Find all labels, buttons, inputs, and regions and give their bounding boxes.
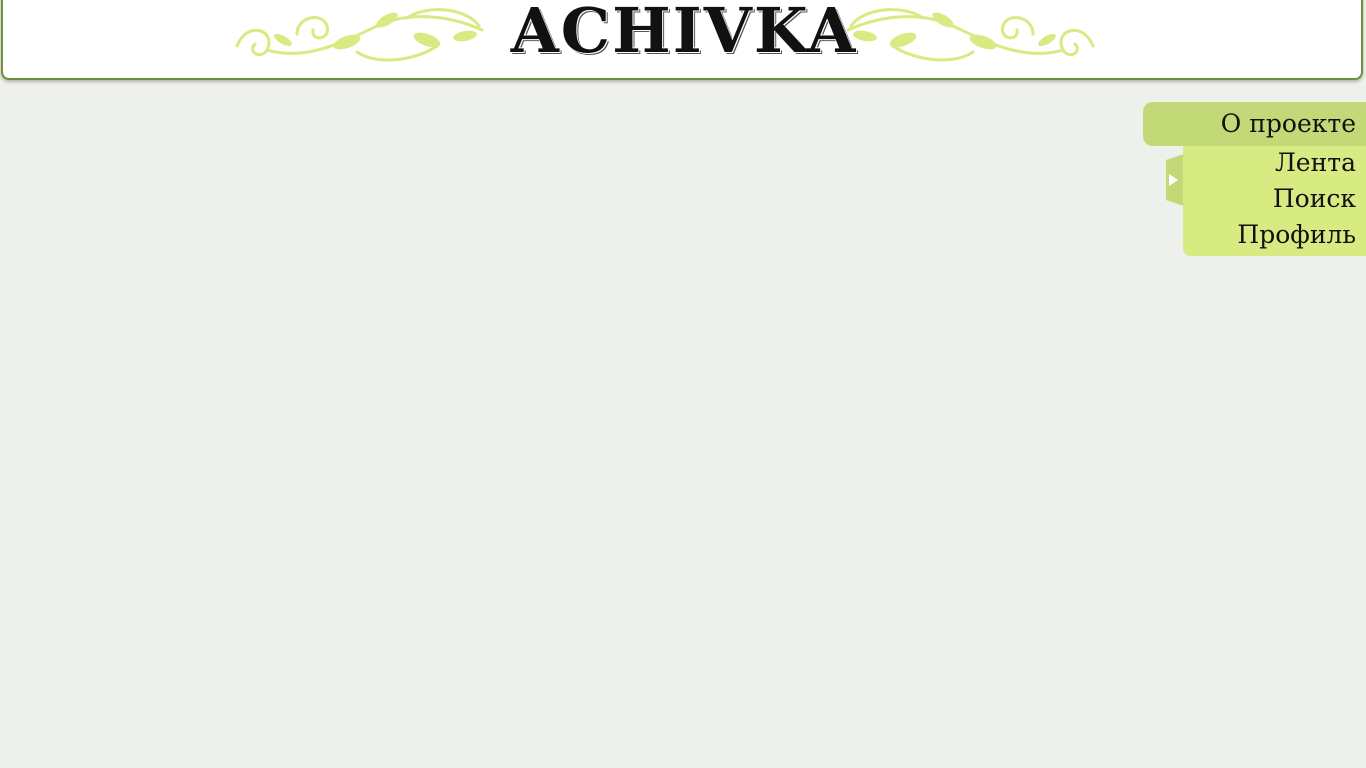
right-flourish-icon: [846, 8, 1095, 62]
main-nav: О проекте Лента Поиск Профиль: [1142, 102, 1366, 262]
nav-list: Лента Поиск Профиль: [1183, 146, 1366, 256]
nav-item-search[interactable]: Поиск: [1183, 182, 1366, 218]
nav-item-about[interactable]: О проекте: [1143, 102, 1366, 146]
site-logo[interactable]: ACHIVKA: [3, 0, 1365, 62]
nav-item-profile[interactable]: Профиль: [1183, 218, 1366, 254]
nav-toggle-button[interactable]: [1164, 154, 1184, 206]
site-header: ACHIVKA: [1, 0, 1363, 80]
nav-item-feed[interactable]: Лента: [1183, 146, 1366, 182]
